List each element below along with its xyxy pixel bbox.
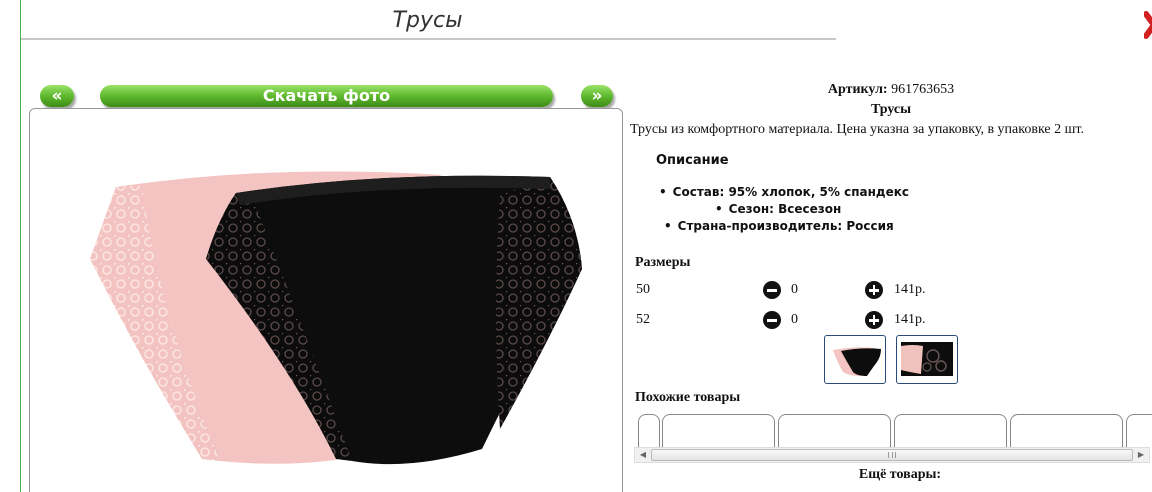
price-value: 141р.: [894, 282, 926, 297]
minus-circle-icon[interactable]: [763, 281, 781, 299]
product-description: Трусы из комфортного материала. Цена ука…: [630, 122, 1084, 137]
scrollbar-thumb[interactable]: [651, 449, 1133, 461]
title-divider: [21, 38, 836, 40]
scroll-left-icon[interactable]: ◀: [635, 448, 651, 462]
similar-heading: Похожие товары: [635, 390, 741, 405]
product-info: Артикул: 961763653 Трусы Трусы из комфор…: [630, 80, 1152, 140]
photo-thumbnail-1[interactable]: [824, 335, 886, 384]
sku-row: Артикул: 961763653: [630, 80, 1152, 100]
size-value: 50: [636, 282, 650, 297]
size-value: 52: [636, 312, 650, 327]
prev-photo-button[interactable]: «: [40, 85, 74, 107]
product-name: Трусы: [870, 102, 912, 117]
photo-thumbnail-2[interactable]: [896, 335, 958, 384]
page-title: Трусы: [392, 8, 463, 33]
page-left-border: [20, 0, 21, 492]
grip-icon: [888, 452, 896, 458]
sizes-heading: Размеры: [635, 255, 691, 270]
more-products-heading: Ещё товары:: [858, 467, 942, 482]
plus-circle-icon[interactable]: [865, 281, 883, 299]
feature-item: Состав: 95% хлопок, 5% спандекс: [659, 185, 909, 199]
product-photo: [29, 108, 623, 492]
sku-label: Артикул:: [827, 82, 888, 97]
next-photo-button[interactable]: »: [581, 85, 613, 107]
size-row: 52 0 141р.: [636, 310, 936, 330]
description-heading: Описание: [656, 153, 729, 168]
scroll-right-icon[interactable]: ▶: [1133, 448, 1149, 462]
feature-item: Страна-производитель: Россия: [664, 219, 894, 233]
size-row: 50 0 141р.: [636, 280, 936, 300]
close-icon[interactable]: [1144, 10, 1152, 40]
quantity-value: 0: [791, 282, 798, 297]
feature-item: Сезон: Всесезон: [715, 202, 842, 216]
download-photo-button[interactable]: Скачать фото: [100, 85, 553, 107]
thumbnail-image: [901, 342, 953, 376]
product-photo-image: [90, 171, 582, 465]
quantity-value: 0: [791, 312, 798, 327]
horizontal-scrollbar[interactable]: ◀ ▶: [634, 447, 1150, 463]
sku-value: 961763653: [891, 82, 955, 97]
plus-circle-icon[interactable]: [865, 311, 883, 329]
thumbnail-image: [833, 347, 881, 376]
minus-circle-icon[interactable]: [763, 311, 781, 329]
price-value: 141р.: [894, 312, 926, 327]
